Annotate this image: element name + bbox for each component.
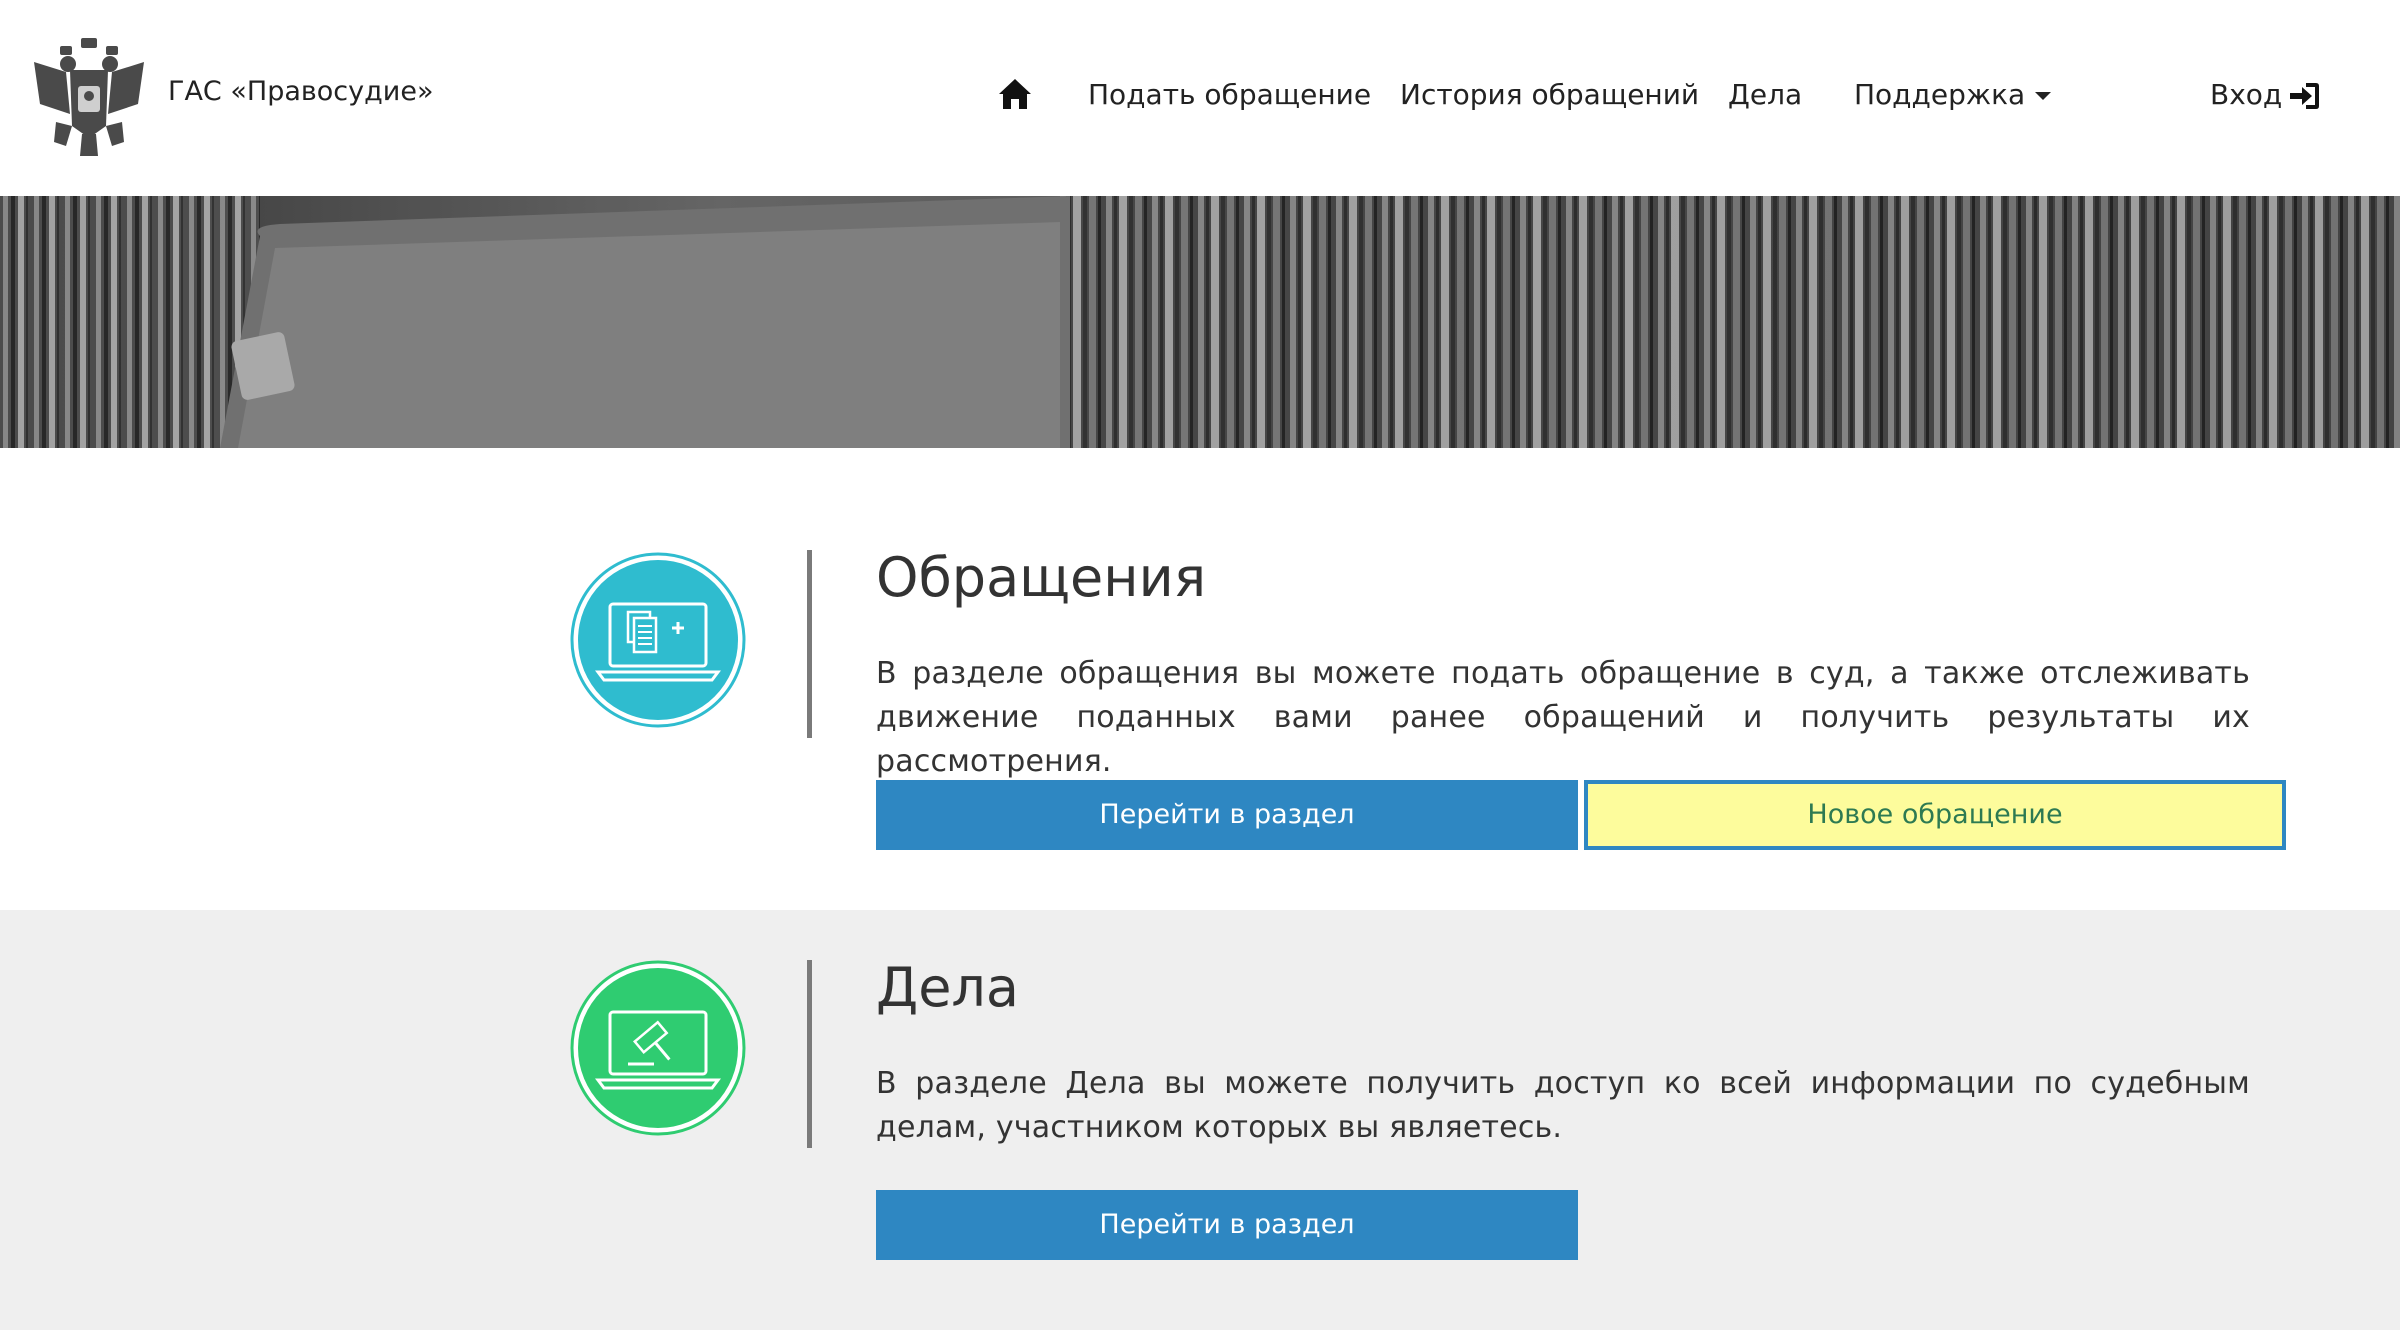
appeals-description: В разделе обращения вы можете подать обр… — [876, 656, 2250, 779]
nav-cases[interactable]: Дела — [1728, 78, 1802, 111]
appeals-go-to-section-button[interactable]: Перейти в раздел — [876, 780, 1578, 850]
nav-support-label: Поддержка — [1854, 78, 2026, 111]
nav-submit-appeal[interactable]: Подать обращение — [1088, 78, 1371, 111]
section-divider — [807, 550, 812, 738]
section-divider — [807, 960, 812, 1148]
home-icon[interactable] — [998, 78, 1032, 110]
cases-section: Дела В разделе Дела вы можете получить д… — [0, 910, 2400, 1330]
caret-down-icon — [2035, 92, 2052, 100]
new-appeal-button[interactable]: Новое обращение — [1584, 780, 2286, 850]
archive-files-image — [0, 196, 2400, 448]
cases-title: Дела — [876, 956, 1020, 1019]
sign-in-icon — [2290, 83, 2320, 109]
site-header: ГАС «Правосудие» Подать обращение Истори… — [0, 0, 2400, 196]
laptop-gavel-icon — [570, 960, 746, 1136]
login-link[interactable]: Вход — [2210, 78, 2320, 111]
login-label: Вход — [2210, 78, 2283, 111]
cases-description: В разделе Дела вы можете получить доступ… — [876, 1066, 2250, 1145]
hero-banner-image — [0, 196, 2400, 448]
appeals-title: Обращения — [876, 546, 1207, 609]
site-brand-title[interactable]: ГАС «Правосудие» — [168, 76, 433, 107]
coat-of-arms-emblem[interactable] — [26, 34, 152, 160]
nav-support-dropdown[interactable]: Поддержка — [1854, 78, 2052, 111]
cases-go-to-section-button[interactable]: Перейти в раздел — [876, 1190, 1578, 1260]
nav-appeal-history[interactable]: История обращений — [1400, 78, 1699, 111]
laptop-document-icon — [570, 552, 746, 728]
appeals-section: Обращения В разделе обращения вы можете … — [0, 448, 2400, 910]
